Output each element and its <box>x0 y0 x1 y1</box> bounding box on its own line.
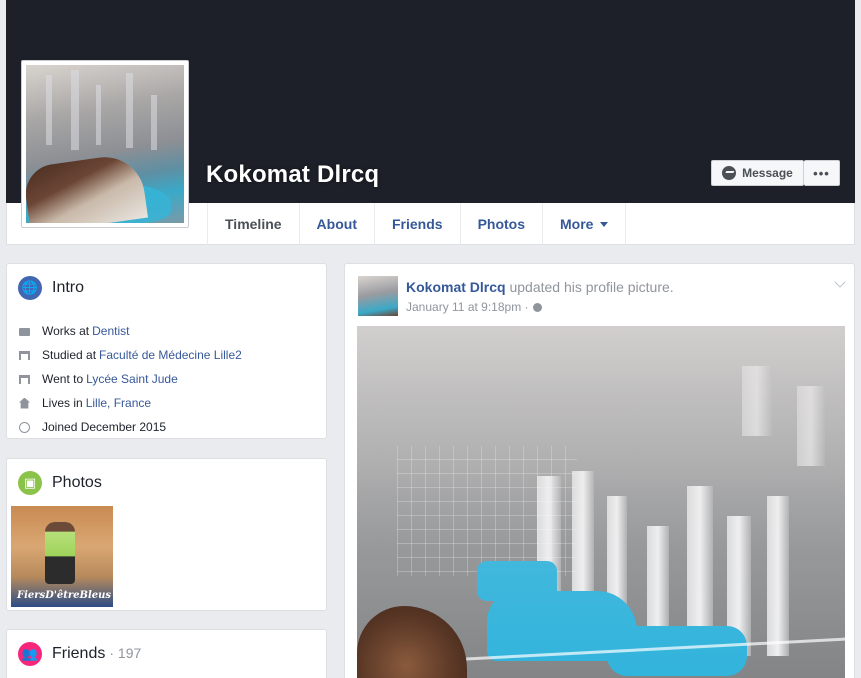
profile-tabs: Timeline About Friends Photos More <box>207 203 627 245</box>
tab-photos[interactable]: Photos <box>459 203 542 245</box>
more-options-button[interactable]: ••• <box>804 160 840 186</box>
tab-about[interactable]: About <box>298 203 374 245</box>
intro-item-text: Studied at <box>42 348 97 362</box>
photos-header[interactable]: ▣ Photos <box>18 471 102 495</box>
home-icon <box>19 397 30 409</box>
tab-timeline[interactable]: Timeline <box>207 203 299 245</box>
intro-list: Works at Dentist Studied at Faculté de M… <box>19 319 242 439</box>
intro-item-work: Works at Dentist <box>19 319 242 343</box>
photo-watermark: FiersD'êtreBleus <box>17 590 112 601</box>
friends-card: 👥 Friends · 197 <box>6 629 327 678</box>
briefcase-icon <box>19 328 30 336</box>
profile-picture-image <box>26 65 184 223</box>
chevron-down-icon[interactable] <box>834 276 846 288</box>
school-icon <box>19 350 30 360</box>
clock-icon <box>19 421 30 433</box>
messenger-icon <box>722 166 737 180</box>
globe-icon[interactable] <box>532 302 542 312</box>
friends-count: · 197 <box>109 645 142 661</box>
caret-down-icon <box>600 221 609 227</box>
intro-item-text: Went to <box>42 372 84 386</box>
message-button[interactable]: Message <box>711 160 804 186</box>
intro-link-highschool[interactable]: Lycée Saint Jude <box>86 372 178 386</box>
photos-title: Photos <box>52 474 102 491</box>
message-button-label: Message <box>742 166 793 180</box>
post-header: Kokomat Dlrcq updated his profile pictur… <box>406 279 674 295</box>
photos-card: ▣ Photos FiersD'êtreBleus <box>6 458 327 611</box>
post-meta: January 11 at 9:18pm · <box>406 300 542 314</box>
intro-item-text: Lives in <box>42 396 83 410</box>
photo-thumbnail[interactable]: FiersD'êtreBleus <box>11 506 113 607</box>
friends-icon: 👥 <box>18 642 42 666</box>
intro-item-joined: Joined December 2015 <box>19 415 242 439</box>
intro-item-studied: Studied at Faculté de Médecine Lille2 <box>19 343 242 367</box>
friends-header[interactable]: 👥 Friends · 197 <box>18 642 141 666</box>
intro-card: 🌐 Intro Works at Dentist Studied at Facu… <box>6 263 327 439</box>
photo-icon: ▣ <box>18 471 42 495</box>
tab-friends[interactable]: Friends <box>373 203 460 245</box>
post-author-avatar[interactable] <box>358 276 398 316</box>
post-author-link[interactable]: Kokomat Dlrcq <box>406 279 506 295</box>
post-timestamp[interactable]: January 11 at 9:18pm · <box>406 300 529 314</box>
post-card: Kokomat Dlrcq updated his profile pictur… <box>344 263 855 678</box>
intro-item-went-to: Went to Lycée Saint Jude <box>19 367 242 391</box>
intro-item-lives-in: Lives in Lille, France <box>19 391 242 415</box>
post-action-text: updated his profile picture. <box>505 279 674 295</box>
tab-more[interactable]: More <box>542 203 627 245</box>
intro-link-work[interactable]: Dentist <box>92 324 129 338</box>
intro-link-city[interactable]: Lille, France <box>86 396 151 410</box>
globe-icon: 🌐 <box>18 276 42 300</box>
friends-title: Friends · 197 <box>52 645 141 663</box>
intro-title: Intro <box>52 279 85 296</box>
school-icon <box>19 374 30 384</box>
profile-picture[interactable] <box>21 60 189 228</box>
intro-item-text: Joined December 2015 <box>42 420 167 434</box>
intro-item-text: Works at <box>42 324 90 338</box>
post-image[interactable] <box>357 326 845 678</box>
tab-more-label: More <box>560 216 594 232</box>
intro-link-university[interactable]: Faculté de Médecine Lille2 <box>99 348 242 362</box>
friends-title-text: Friends <box>52 645 106 662</box>
profile-name[interactable]: Kokomat Dlrcq <box>206 161 379 189</box>
